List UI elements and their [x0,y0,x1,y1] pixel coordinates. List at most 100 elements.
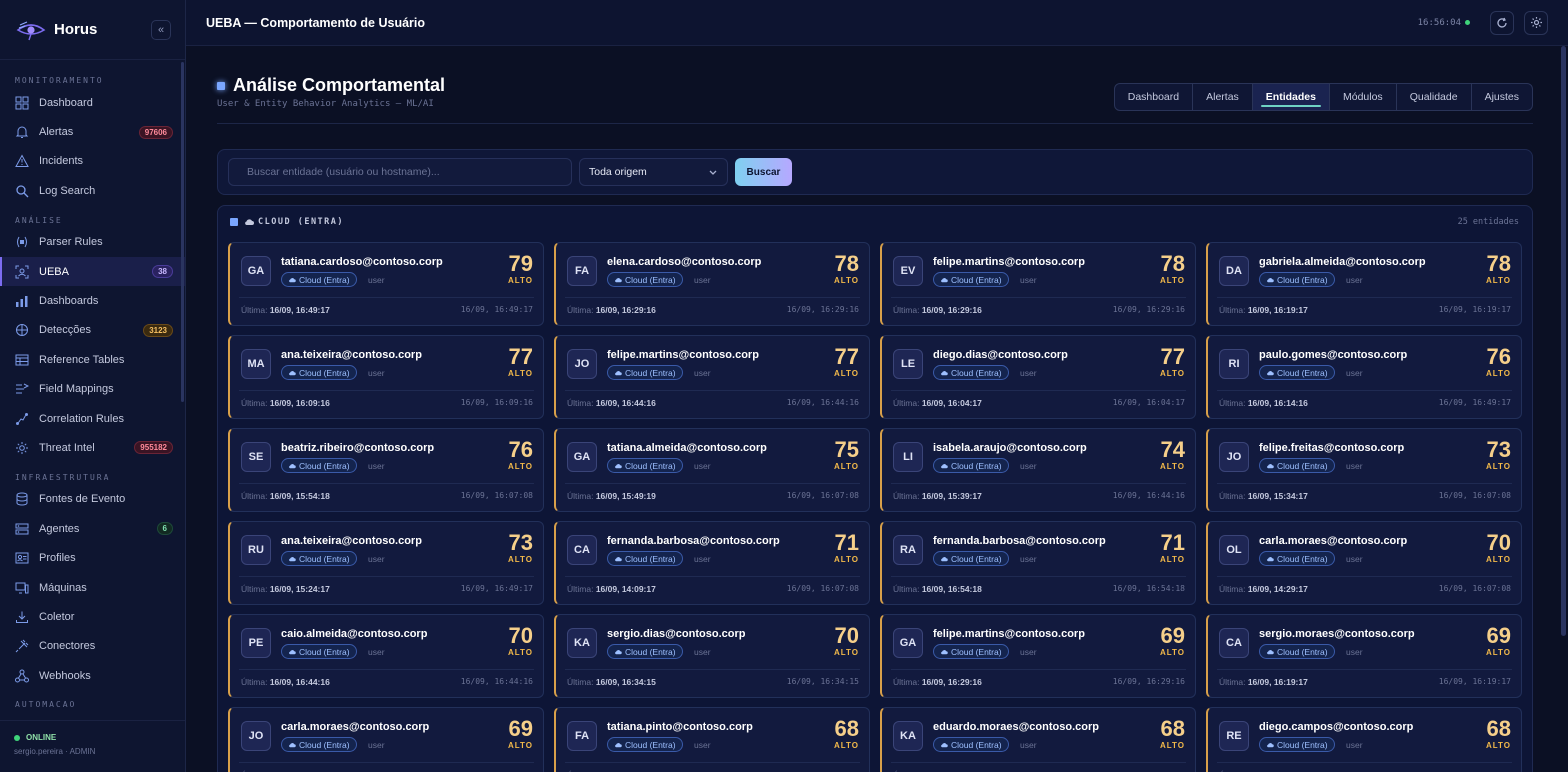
entity-search-input[interactable] [228,158,572,186]
entity-card[interactable]: JO felipe.martins@contoso.corp Cloud (En… [554,335,870,419]
cloud-icon [941,649,948,654]
entity-card[interactable]: DA gabriela.almeida@contoso.corp Cloud (… [1206,242,1522,326]
sidebar-item-correlation-rules[interactable]: Correlation Rules [0,404,185,433]
tab-m-dulos[interactable]: Módulos [1330,84,1397,110]
entity-name: fernanda.barbosa@contoso.corp [607,535,780,547]
sidebar-item-threat-intel[interactable]: Threat Intel 955182 [0,433,185,462]
tab-dashboard[interactable]: Dashboard [1115,84,1194,110]
sidebar-scrollbar[interactable] [181,62,184,402]
entity-card[interactable]: GA tatiana.cardoso@contoso.corp Cloud (E… [228,242,544,326]
entity-card[interactable]: CA sergio.moraes@contoso.corp Cloud (Ent… [1206,614,1522,698]
entity-type: user [368,368,385,378]
entity-card[interactable]: JO carla.moraes@contoso.corp Cloud (Entr… [228,707,544,772]
search-icon [16,185,29,198]
sidebar-item-webhooks[interactable]: Webhooks [0,661,185,690]
sidebar-item-label: Fontes de Evento [39,493,126,506]
entity-card[interactable]: JO felipe.freitas@contoso.corp Cloud (En… [1206,428,1522,512]
sidebar-item-profiles[interactable]: Profiles [0,543,185,572]
refresh-button[interactable] [1490,10,1514,35]
origin-select[interactable]: Toda origem [579,158,728,186]
tab-alertas[interactable]: Alertas [1193,84,1253,110]
entity-card[interactable]: RA fernanda.barbosa@contoso.corp Cloud (… [880,521,1196,605]
entity-name: felipe.martins@contoso.corp [933,628,1085,640]
tab-entidades[interactable]: Entidades [1252,84,1330,110]
entity-timestamp: 16/09, 16:07:08 [1438,584,1511,593]
card-divider [565,297,860,298]
sidebar-item-m-quinas[interactable]: Máquinas [0,573,185,602]
card-divider [239,762,534,763]
sidebar-item-coletor[interactable]: Coletor [0,602,185,631]
last-seen: Última: 16/09, 15:49:19 [567,491,656,501]
tab-ajustes[interactable]: Ajustes [1472,84,1532,110]
page-subtitle: User & Entity Behavior Analytics — ML/AI [217,99,434,109]
entity-timestamp: 16/09, 16:29:16 [1112,305,1185,314]
sidebar-item-agentes[interactable]: Agentes 6 [0,514,185,543]
source-badge: Cloud (Entra) [281,272,357,287]
collapse-sidebar-button[interactable]: « [151,19,171,40]
profile-icon [15,552,29,564]
search-bar: Toda origem Buscar [217,149,1533,195]
entity-avatar: JO [1219,442,1249,472]
entity-type: user [694,275,711,285]
source-label: Cloud (Entra) [299,274,350,285]
entity-card[interactable]: SE beatriz.ribeiro@contoso.corp Cloud (E… [228,428,544,512]
sidebar-item-parser-rules[interactable]: Parser Rules [0,228,185,257]
sidebar-item-alertas[interactable]: Alertas 97606 [0,117,185,146]
tab-qualidade[interactable]: Qualidade [1397,84,1472,110]
last-seen-value: 16/09, 16:29:16 [921,677,982,687]
entity-card[interactable]: PE caio.almeida@contoso.corp Cloud (Entr… [228,614,544,698]
cloud-icon [941,463,948,468]
sidebar-item-log-search[interactable]: Log Search [0,176,185,205]
nav-section-title: AUTOMACAO [15,700,77,710]
cloud-icon [615,463,622,468]
entity-card[interactable]: GA felipe.martins@contoso.corp Cloud (En… [880,614,1196,698]
source-label: Cloud (Entra) [951,460,1002,471]
risk-level: ALTO [1159,369,1185,378]
sidebar-item-dashboards[interactable]: Dashboards [0,286,185,315]
entity-type: user [1346,461,1363,471]
settings-button[interactable] [1524,10,1548,35]
risk-level: ALTO [1485,276,1511,285]
entity-card[interactable]: OL carla.moraes@contoso.corp Cloud (Entr… [1206,521,1522,605]
sidebar-item-conectores[interactable]: Conectores [0,632,185,661]
sidebar-item-reference-tables[interactable]: Reference Tables [0,345,185,374]
entity-card[interactable]: CA fernanda.barbosa@contoso.corp Cloud (… [554,521,870,605]
group-title: CLOUD (ENTRA) [258,217,345,227]
entity-name: beatriz.ribeiro@contoso.corp [281,442,435,454]
card-divider [239,576,534,577]
sidebar-item-ueba[interactable]: UEBA 38 [0,256,185,287]
risk-level: ALTO [507,276,533,285]
entity-card[interactable]: GA tatiana.almeida@contoso.corp Cloud (E… [554,428,870,512]
entity-card[interactable]: RU ana.teixeira@contoso.corp Cloud (Entr… [228,521,544,605]
risk-level: ALTO [1159,276,1185,285]
entity-card[interactable]: LE diego.dias@contoso.corp Cloud (Entra)… [880,335,1196,419]
risk-level: ALTO [1485,462,1511,471]
sidebar-item-incidents[interactable]: Incidents [0,147,185,176]
source-badge: Cloud (Entra) [1259,551,1335,566]
source-label: Cloud (Entra) [951,553,1002,564]
sidebar-item-detec-es[interactable]: Detecções 3123 [0,316,185,345]
entity-card[interactable]: MA ana.teixeira@contoso.corp Cloud (Entr… [228,335,544,419]
last-seen: Última: 16/09, 16:49:17 [241,305,330,315]
search-button[interactable]: Buscar [735,158,792,186]
entity-card[interactable]: RI paulo.gomes@contoso.corp Cloud (Entra… [1206,335,1522,419]
entity-card[interactable]: KA eduardo.moraes@contoso.corp Cloud (En… [880,707,1196,772]
source-badge: Cloud (Entra) [607,365,683,380]
entity-card[interactable]: LI isabela.araujo@contoso.corp Cloud (En… [880,428,1196,512]
sidebar-item-label: Alertas [39,126,74,139]
entity-card[interactable]: RE diego.campos@contoso.corp Cloud (Entr… [1206,707,1522,772]
entity-card[interactable]: FA tatiana.pinto@contoso.corp Cloud (Ent… [554,707,870,772]
monitor-icon [15,582,29,594]
sidebar-item-dashboard[interactable]: Dashboard [0,88,185,117]
entity-avatar: CA [567,535,597,565]
sidebar-item-fontes-de-evento[interactable]: Fontes de Evento [0,485,185,514]
card-divider [239,483,534,484]
entity-card[interactable]: EV felipe.martins@contoso.corp Cloud (En… [880,242,1196,326]
entity-card[interactable]: FA elena.cardoso@contoso.corp Cloud (Ent… [554,242,870,326]
sidebar-item-field-mappings[interactable]: Field Mappings [0,375,185,404]
risk-score: 77 [508,344,533,369]
entity-type: user [368,461,385,471]
main-scrollbar[interactable] [1561,46,1566,636]
entity-type: user [1020,647,1037,657]
entity-card[interactable]: KA sergio.dias@contoso.corp Cloud (Entra… [554,614,870,698]
